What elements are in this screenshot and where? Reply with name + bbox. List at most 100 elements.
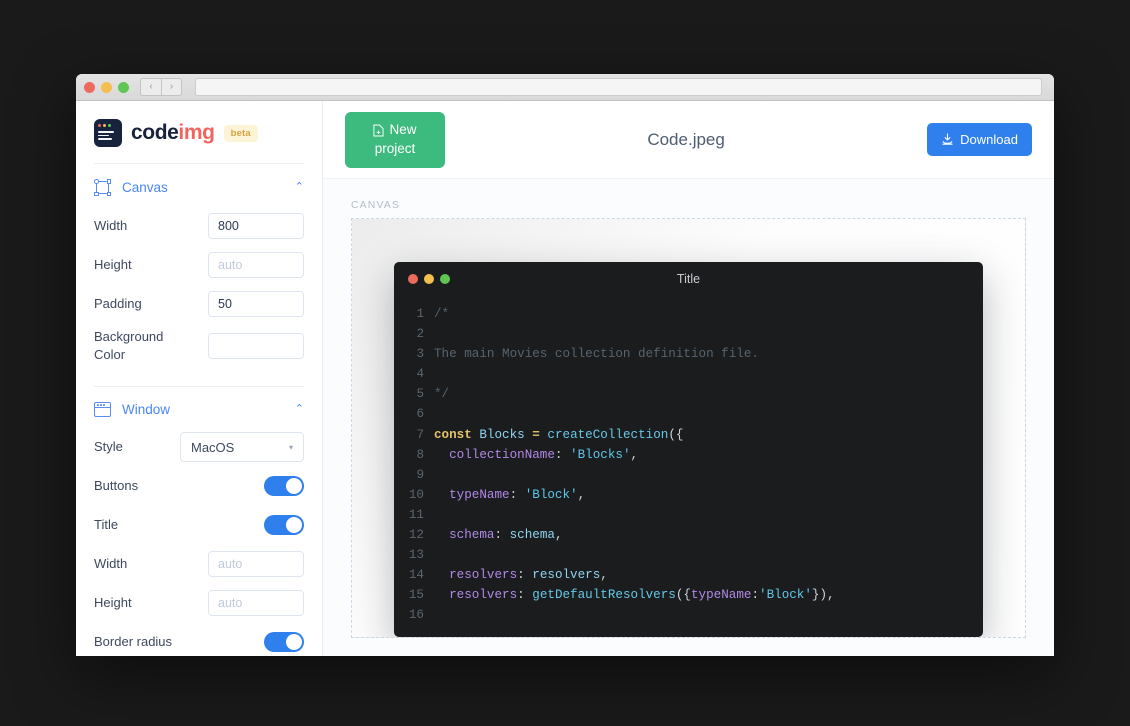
field-row-canvas-width: Width xyxy=(94,211,304,241)
field-row-canvas-height: Height xyxy=(94,250,304,280)
line-number: 7 xyxy=(394,425,434,445)
input-canvas-width[interactable] xyxy=(208,213,304,239)
select-window-style[interactable]: MacOS ▾ xyxy=(180,432,304,462)
input-canvas-padding[interactable] xyxy=(208,291,304,317)
section-header-canvas[interactable]: Canvas ⌃ xyxy=(76,164,322,211)
field-row-canvas-padding: Padding xyxy=(94,289,304,319)
label-canvas-width: Width xyxy=(94,217,127,235)
code-line: 9 xyxy=(394,465,983,485)
toggle-window-border-radius[interactable] xyxy=(264,632,304,652)
line-number: 9 xyxy=(394,465,434,485)
code-window-titlebar: Title xyxy=(394,262,983,296)
field-row-window-width: Width xyxy=(94,549,304,579)
code-content: 1/*23The main Movies collection definiti… xyxy=(394,296,983,626)
canvas-label: CANVAS xyxy=(351,199,1026,211)
line-number: 1 xyxy=(394,304,434,324)
code-line: 6 xyxy=(394,404,983,424)
code-window-preview[interactable]: Title 1/*23The main Movies collection de… xyxy=(394,262,983,637)
code-maximize-dot xyxy=(440,274,450,284)
canvas-area: CANVAS Title 1/*23The main Movies collec… xyxy=(323,179,1054,656)
chrome-nav-buttons: ‹ › xyxy=(140,78,182,96)
code-line: 2 xyxy=(394,324,983,344)
toggle-window-title[interactable] xyxy=(264,515,304,535)
code-line: 3The main Movies collection definition f… xyxy=(394,344,983,364)
input-window-width[interactable] xyxy=(208,551,304,577)
back-button[interactable]: ‹ xyxy=(140,78,161,96)
line-content: schema: schema, xyxy=(434,525,563,545)
beta-badge: beta xyxy=(224,125,258,142)
line-number: 3 xyxy=(394,344,434,364)
line-content: typeName: 'Block', xyxy=(434,485,585,505)
minimize-window-button[interactable] xyxy=(101,82,112,93)
chevron-down-icon: ▾ xyxy=(289,443,293,452)
address-bar[interactable] xyxy=(195,78,1042,96)
field-row-window-buttons: Buttons xyxy=(94,471,304,501)
line-content: /* xyxy=(434,304,449,324)
chrome-traffic-lights xyxy=(84,82,129,93)
code-close-dot xyxy=(408,274,418,284)
line-number: 11 xyxy=(394,505,434,525)
forward-button[interactable]: › xyxy=(161,78,182,96)
window-icon xyxy=(94,402,111,417)
code-line: 15 resolvers: getDefaultResolvers({typeN… xyxy=(394,585,983,605)
logo-text-code: code xyxy=(131,121,178,144)
logo-dots xyxy=(98,124,118,127)
label-window-width: Width xyxy=(94,555,127,573)
label-window-buttons: Buttons xyxy=(94,477,138,495)
close-window-button[interactable] xyxy=(84,82,95,93)
line-number: 5 xyxy=(394,384,434,404)
label-window-border-radius: Border radius xyxy=(94,633,172,651)
input-canvas-background-color[interactable] xyxy=(208,333,304,359)
input-canvas-height[interactable] xyxy=(208,252,304,278)
code-line: 16 xyxy=(394,605,983,625)
toggle-window-buttons[interactable] xyxy=(264,476,304,496)
chevron-up-icon-window[interactable]: ⌃ xyxy=(295,404,304,415)
section-header-window[interactable]: Window ⌃ xyxy=(76,387,322,432)
line-content: const Blocks = createCollection({ xyxy=(434,425,683,445)
logo-text-img: img xyxy=(178,121,214,144)
code-line: 14 resolvers: resolvers, xyxy=(394,565,983,585)
input-window-height[interactable] xyxy=(208,590,304,616)
field-row-window-border-radius: Border radius xyxy=(94,627,304,656)
line-number: 14 xyxy=(394,565,434,585)
code-line: 11 xyxy=(394,505,983,525)
code-line: 1/* xyxy=(394,304,983,324)
line-number: 6 xyxy=(394,404,434,424)
select-window-style-value: MacOS xyxy=(191,440,234,455)
browser-window: ‹ › codeimg beta xyxy=(76,74,1054,656)
new-project-button[interactable]: New project xyxy=(345,112,445,168)
app-logo: codeimg beta xyxy=(76,101,322,163)
line-content: resolvers: getDefaultResolvers({typeName… xyxy=(434,585,835,605)
line-number: 4 xyxy=(394,364,434,384)
label-canvas-padding: Padding xyxy=(94,295,142,313)
code-line: 12 schema: schema, xyxy=(394,525,983,545)
app-body: codeimg beta Canvas ⌃ Width xyxy=(76,101,1054,656)
document-plus-icon xyxy=(373,124,384,137)
line-number: 15 xyxy=(394,585,434,605)
section-body-canvas: Width Height Padding Background Color xyxy=(76,211,322,386)
code-line: 10 typeName: 'Block', xyxy=(394,485,983,505)
canvas-frame[interactable]: Title 1/*23The main Movies collection de… xyxy=(351,218,1026,638)
browser-chrome-bar: ‹ › xyxy=(76,74,1054,101)
code-line: 8 collectionName: 'Blocks', xyxy=(394,445,983,465)
label-canvas-height: Height xyxy=(94,256,132,274)
code-window-traffic-lights xyxy=(408,274,450,284)
code-line: 5*/ xyxy=(394,384,983,404)
bounding-box-icon xyxy=(94,179,111,196)
line-number: 8 xyxy=(394,445,434,465)
label-window-style: Style xyxy=(94,438,123,456)
code-minimize-dot xyxy=(424,274,434,284)
logo-mark-icon xyxy=(94,119,122,147)
line-content: The main Movies collection definition fi… xyxy=(434,344,759,364)
section-title-window: Window xyxy=(122,402,284,417)
field-row-window-title: Title xyxy=(94,510,304,540)
section-title-canvas: Canvas xyxy=(122,180,284,195)
label-window-title: Title xyxy=(94,516,118,534)
download-button[interactable]: Download xyxy=(927,123,1032,156)
line-number: 12 xyxy=(394,525,434,545)
code-window-title: Title xyxy=(394,272,983,286)
label-window-height: Height xyxy=(94,594,132,612)
maximize-window-button[interactable] xyxy=(118,82,129,93)
chevron-up-icon-canvas[interactable]: ⌃ xyxy=(295,182,304,193)
topbar: New project Code.jpeg Download xyxy=(323,101,1054,179)
